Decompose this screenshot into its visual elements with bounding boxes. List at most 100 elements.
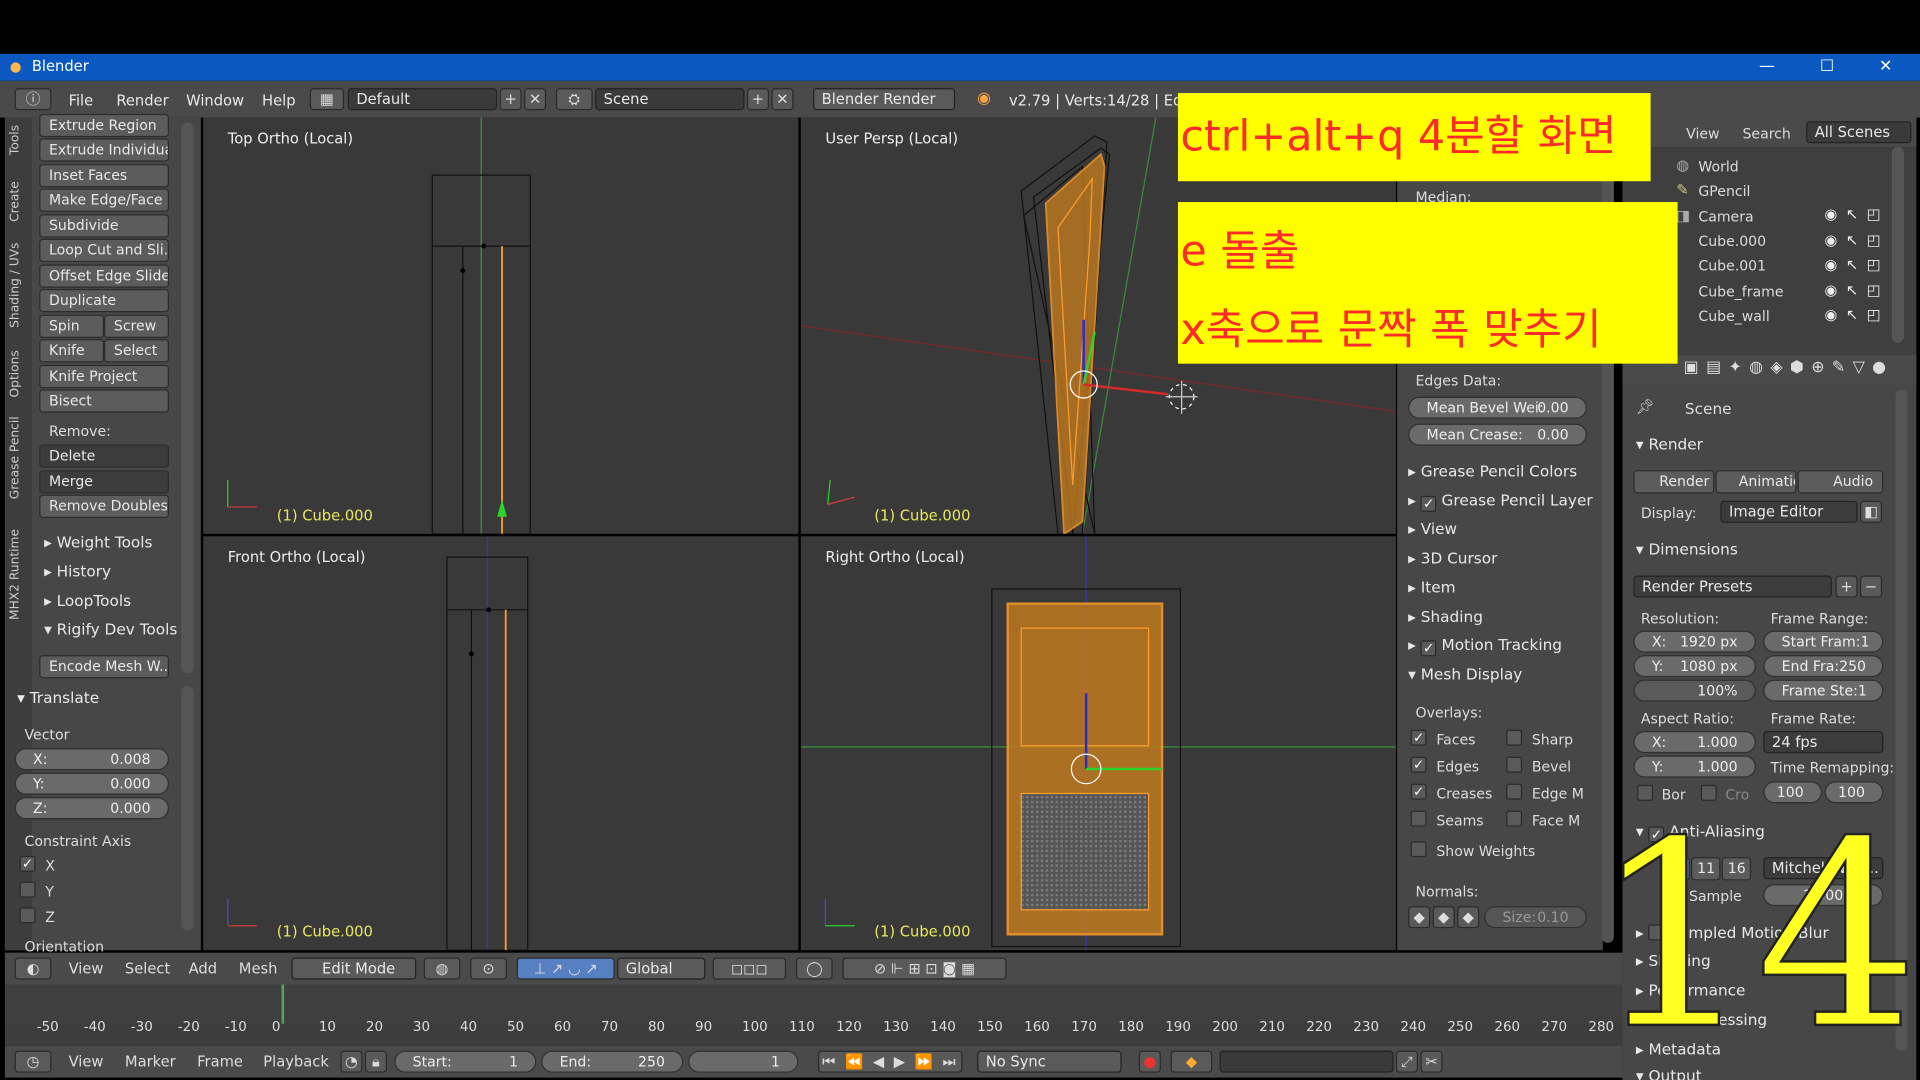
visibility-icons[interactable]: ◉↖◰ [1825, 206, 1890, 223]
close-button[interactable]: ✕ [1867, 56, 1904, 78]
duplicate-button[interactable]: Duplicate [39, 288, 169, 313]
mesh-display-panel[interactable]: ▾ Mesh Display [1408, 665, 1522, 683]
lock-interface-icon[interactable]: ◧ [1860, 500, 1883, 523]
maximize-button[interactable]: ☐ [1809, 56, 1846, 78]
delete-keyframe-icon[interactable]: ✂ [1420, 1050, 1443, 1073]
normals-size-field[interactable]: Size: 0.10 [1484, 906, 1587, 929]
resolution-percentage-field[interactable]: 100% [1633, 679, 1756, 702]
playback-controls-icons[interactable]: ⏮ ⏪ ◀ ▶ ⏩ ⏭ [817, 1050, 963, 1073]
motion-tracking-checkbox[interactable]: ✓ [1420, 640, 1437, 657]
knife-project-button[interactable]: Knife Project [39, 364, 169, 389]
remove-scene-icon[interactable]: ✕ [771, 88, 794, 111]
gp-layer-panel[interactable]: ▸ ✓ Grease Pencil Layer [1408, 491, 1593, 512]
gp-colors-panel[interactable]: ▸ Grease Pencil Colors [1408, 462, 1577, 480]
constraint-x-checkbox[interactable]: ✓ [19, 855, 36, 872]
add-layout-icon[interactable]: + [499, 88, 522, 111]
tab-shading-uvs[interactable]: Shading / UVs [9, 242, 29, 327]
viewport-shading-icon[interactable]: ◍ [423, 957, 461, 980]
start-frame-field[interactable]: Start Fram:1 [1763, 630, 1884, 653]
timeline-editor[interactable] [4, 984, 1623, 1046]
translate-y-field[interactable]: Y: 0.000 [14, 772, 169, 795]
editor-type-timeline-icon[interactable]: ◷ [14, 1050, 52, 1073]
faces-checkbox[interactable]: ✓ [1410, 729, 1427, 746]
resolution-x-field[interactable]: X: 1920 px [1633, 630, 1756, 653]
select-menu[interactable]: Select [125, 960, 170, 977]
mean-crease-field[interactable]: Mean Crease: 0.00 [1408, 423, 1587, 446]
rigify-panel[interactable]: ▾ Rigify Dev Tools [44, 620, 177, 638]
bisect-button[interactable]: Bisect [39, 389, 169, 413]
end-frame-timeline-field[interactable]: End: 250 [541, 1050, 684, 1073]
translate-z-field[interactable]: Z: 0.000 [14, 797, 169, 820]
properties-context-icons[interactable]: ▣▤✦◍◈⬢⊕✎▽● [1684, 359, 1894, 377]
face-marks-checkbox[interactable] [1506, 810, 1523, 827]
item-panel[interactable]: ▸ Item [1408, 578, 1455, 596]
tab-create[interactable]: Create [9, 181, 29, 222]
loop-cut-button[interactable]: Loop Cut and Sli... [39, 238, 169, 263]
end-frame-field[interactable]: End Fra:250 [1763, 655, 1884, 678]
constraint-z-checkbox[interactable] [19, 907, 36, 924]
current-frame-field[interactable]: 1 [688, 1050, 799, 1073]
view-panel[interactable]: ▸ View [1408, 519, 1457, 537]
visibility-icons[interactable]: ◉↖◰ [1825, 256, 1890, 273]
mesh-menu[interactable]: Mesh [239, 960, 278, 977]
interaction-mode-select[interactable]: Edit Mode [291, 957, 417, 980]
outliner-display-mode[interactable]: All Scenes [1806, 121, 1912, 144]
visibility-icons[interactable]: ◉↖◰ [1825, 306, 1890, 323]
subdivide-button[interactable]: Subdivide [39, 214, 169, 238]
timeline-playback-menu[interactable]: Playback [263, 1053, 329, 1070]
spin-button[interactable]: Spin [39, 314, 105, 338]
tab-grease-pencil[interactable]: Grease Pencil [9, 416, 29, 499]
make-edge-face-button[interactable]: Make Edge/Face [39, 188, 169, 212]
looptools-panel[interactable]: ▸ LoopTools [44, 591, 131, 609]
screen-layout-icon[interactable]: ▦ [309, 88, 345, 111]
outliner-search-menu[interactable]: Search [1742, 125, 1790, 142]
loop-normals-icon[interactable]: ◆ [1432, 906, 1455, 929]
insert-keyframe-icon[interactable]: ⤢ [1395, 1050, 1418, 1073]
select-mode-icons[interactable]: ◻◻◻ [712, 957, 787, 980]
tab-mhx2-runtime[interactable]: MHX2 Runtime [9, 529, 29, 620]
mean-bevel-field[interactable]: Mean Bevel Wei: 0.00 [1408, 396, 1587, 419]
translate-panel-header[interactable]: ▾ Translate [17, 688, 99, 706]
timeline-frame-menu[interactable]: Frame [197, 1053, 243, 1070]
scene-field[interactable]: Scene [595, 88, 745, 111]
outliner-cube001[interactable]: Cube.001 [1698, 257, 1766, 274]
lock-time-cursor-icon[interactable]: 🔒︎ [364, 1050, 387, 1073]
constraint-y-checkbox[interactable] [19, 881, 36, 898]
vertex-normals-icon[interactable]: ◆ [1408, 906, 1431, 929]
outliner-cube-frame[interactable]: Cube_frame [1698, 283, 1783, 300]
timeline-view-menu[interactable]: View [69, 1053, 104, 1070]
creases-checkbox[interactable]: ✓ [1410, 783, 1427, 800]
add-preset-icon[interactable]: + [1835, 575, 1858, 598]
toolshelf-scrollbar[interactable] [181, 122, 194, 674]
screw-button[interactable]: Screw [104, 314, 169, 338]
render-presets-select[interactable]: Render Presets [1633, 575, 1832, 598]
scene-icon[interactable]: ⛭ [555, 88, 593, 111]
use-preview-range-icon[interactable]: ◔ [340, 1050, 363, 1073]
view-menu[interactable]: View [69, 960, 104, 977]
editor-type-3dview-icon[interactable]: ◐ [14, 957, 52, 980]
screen-layout-field[interactable]: Default [347, 88, 498, 111]
bevel-checkbox[interactable] [1506, 756, 1523, 773]
render-panel[interactable]: ▾ Render [1636, 435, 1703, 453]
outliner-scrollbar[interactable] [1891, 146, 1905, 343]
merge-menu[interactable]: Merge [39, 470, 169, 494]
outliner-cube-wall[interactable]: Cube_wall [1698, 307, 1769, 324]
remove-layout-icon[interactable]: ✕ [524, 88, 547, 111]
frame-rate-select[interactable]: 24 fps [1763, 731, 1884, 754]
outliner-world[interactable]: World [1698, 158, 1738, 175]
show-weights-checkbox[interactable] [1410, 841, 1427, 858]
render-engine-select[interactable]: Blender Render [813, 88, 956, 111]
menu-help[interactable]: Help [262, 92, 296, 109]
add-scene-icon[interactable]: + [746, 88, 769, 111]
menu-render[interactable]: Render [116, 92, 168, 109]
sharp-checkbox[interactable] [1506, 729, 1523, 746]
render-still-button[interactable]: Render [1633, 470, 1715, 494]
transform-orientation-select[interactable]: Global [617, 957, 706, 980]
snap-and-render-icons[interactable]: ⊘ ⊩ ⊞ ⊡ ◙ ▦ [842, 957, 1007, 980]
remove-doubles-button[interactable]: Remove Doubles [39, 494, 169, 518]
outliner-camera[interactable]: Camera [1698, 208, 1753, 225]
remove-preset-icon[interactable]: − [1860, 575, 1883, 598]
viewport-top-ortho[interactable]: Top Ortho (Local) (1) Cube.000 [203, 117, 799, 534]
knife-select-button[interactable]: Select [104, 339, 169, 363]
render-audio-button[interactable]: Audio [1797, 470, 1884, 494]
